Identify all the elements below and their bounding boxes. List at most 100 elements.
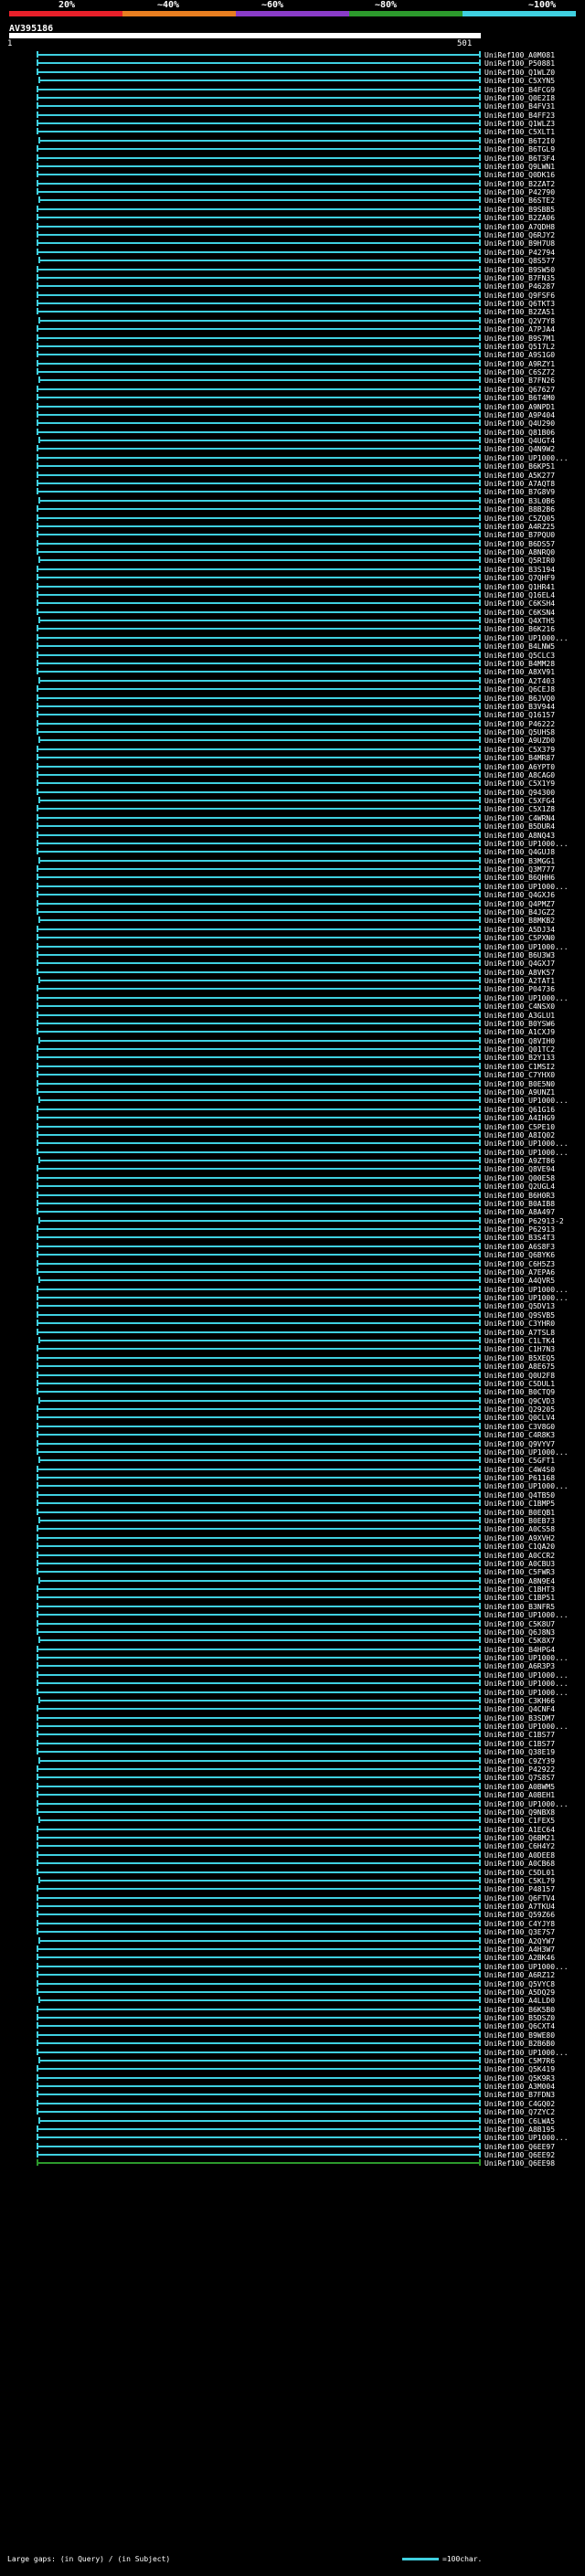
- hit-label[interactable]: UniRef100_P42922: [484, 1765, 555, 1774]
- hit-label[interactable]: UniRef100_A7AQT8: [484, 480, 555, 488]
- hit-bar[interactable]: [37, 2094, 481, 2096]
- hit-label[interactable]: UniRef100_A4H3W7: [484, 1945, 555, 1954]
- hit-bar[interactable]: [37, 1828, 481, 1830]
- hit-bar[interactable]: [37, 328, 481, 331]
- hit-bar[interactable]: [37, 842, 481, 844]
- hit-bar[interactable]: [37, 542, 481, 545]
- hit-label[interactable]: UniRef100_Q7S8S7: [484, 1774, 555, 1782]
- hit-label[interactable]: UniRef100_C7YHX0: [484, 1071, 555, 1079]
- hit-label[interactable]: UniRef100_A1EC64: [484, 1826, 555, 1834]
- hit-bar[interactable]: [37, 782, 481, 785]
- hit-bar[interactable]: [37, 1742, 481, 1744]
- hit-label[interactable]: UniRef100_A8A497: [484, 1208, 555, 1216]
- hit-label[interactable]: UniRef100_UP1000...: [484, 1963, 569, 1971]
- hit-label[interactable]: UniRef100_B7FN35: [484, 274, 555, 282]
- hit-bar[interactable]: [37, 705, 481, 707]
- hit-label[interactable]: UniRef100_B6KP51: [484, 462, 555, 471]
- hit-label[interactable]: UniRef100_A5K277: [484, 472, 555, 480]
- hit-label[interactable]: UniRef100_Q0U2F8: [484, 1372, 555, 1380]
- hit-label[interactable]: UniRef100_Q9SVB5: [484, 1311, 555, 1320]
- hit-bar[interactable]: [37, 1048, 481, 1051]
- hit-label[interactable]: UniRef100_A0DEE8: [484, 1851, 555, 1860]
- hit-label[interactable]: UniRef100_B4HPG4: [484, 1646, 555, 1654]
- hit-label[interactable]: UniRef100_A3GLU1: [484, 1012, 555, 1020]
- hit-label[interactable]: UniRef100_C4R8K3: [484, 1431, 555, 1439]
- hit-label[interactable]: UniRef100_B2ZAT2: [484, 180, 555, 188]
- hit-label[interactable]: UniRef100_A2T403: [484, 677, 555, 685]
- hit-label[interactable]: UniRef100_B6JVQ0: [484, 694, 555, 703]
- hit-bar[interactable]: [38, 1340, 481, 1341]
- hit-label[interactable]: UniRef100_Q4N9W2: [484, 445, 555, 453]
- hit-bar[interactable]: [37, 1245, 481, 1247]
- hit-label[interactable]: UniRef100_C5PE10: [484, 1123, 555, 1131]
- hit-bar[interactable]: [37, 1305, 481, 1308]
- hit-bar[interactable]: [37, 1673, 481, 1676]
- hit-bar[interactable]: [37, 1056, 481, 1059]
- hit-bar[interactable]: [37, 928, 481, 930]
- hit-label[interactable]: UniRef100_Q67627: [484, 386, 555, 394]
- hit-bar[interactable]: [38, 1699, 481, 1701]
- hit-bar[interactable]: [37, 773, 481, 776]
- hit-bar[interactable]: [37, 1373, 481, 1376]
- hit-label[interactable]: UniRef100_A9ZT86: [484, 1157, 555, 1165]
- hit-label[interactable]: UniRef100_Q4CNF4: [484, 1705, 555, 1713]
- hit-bar[interactable]: [37, 1785, 481, 1787]
- hit-label[interactable]: UniRef100_C1BMP5: [484, 1500, 555, 1508]
- hit-label[interactable]: UniRef100_C6H5Z3: [484, 1260, 555, 1268]
- hit-label[interactable]: UniRef100_A9UNZ1: [484, 1088, 555, 1097]
- hit-label[interactable]: UniRef100_C1MSI2: [484, 1063, 555, 1071]
- hit-label[interactable]: UniRef100_Q6FTV4: [484, 1894, 555, 1903]
- hit-label[interactable]: UniRef100_C5XYN5: [484, 77, 555, 85]
- hit-label[interactable]: UniRef100_B9H7U8: [484, 239, 555, 248]
- hit-label[interactable]: UniRef100_C5GFT1: [484, 1457, 555, 1465]
- hit-bar[interactable]: [37, 551, 481, 554]
- hit-label[interactable]: UniRef100_Q0DK16: [484, 171, 555, 179]
- hit-bar[interactable]: [38, 1879, 481, 1882]
- hit-bar[interactable]: [38, 919, 481, 922]
- hit-bar[interactable]: [37, 2025, 481, 2028]
- hit-label[interactable]: UniRef100_Q9NBX8: [484, 1808, 555, 1817]
- hit-label[interactable]: UniRef100_Q6EE97: [484, 2143, 555, 2151]
- hit-label[interactable]: UniRef100_B9WE80: [484, 2031, 555, 2040]
- hit-bar[interactable]: [38, 1279, 481, 1282]
- hit-label[interactable]: UniRef100_C5DUL1: [484, 1380, 555, 1388]
- hit-label[interactable]: UniRef100_C6LWA5: [484, 2117, 555, 2125]
- hit-label[interactable]: UniRef100_C5DL01: [484, 1869, 555, 1877]
- hit-bar[interactable]: [38, 1939, 481, 1942]
- hit-bar[interactable]: [37, 1733, 481, 1736]
- hit-bar[interactable]: [37, 2008, 481, 2010]
- hit-label[interactable]: UniRef100_A8VK57: [484, 969, 555, 977]
- hit-label[interactable]: UniRef100_UP1000...: [484, 1723, 569, 1731]
- hit-label[interactable]: UniRef100_Q00E58: [484, 1174, 555, 1182]
- hit-label[interactable]: UniRef100_Q3E7S7: [484, 1928, 555, 1936]
- hit-bar[interactable]: [37, 894, 481, 896]
- hit-bar[interactable]: [37, 1562, 481, 1564]
- hit-bar[interactable]: [37, 988, 481, 991]
- hit-bar[interactable]: [37, 302, 481, 305]
- hit-label[interactable]: UniRef100_B2ZA51: [484, 308, 555, 316]
- hit-label[interactable]: UniRef100_A9RZY1: [484, 360, 555, 368]
- hit-bar[interactable]: [37, 182, 481, 185]
- hit-label[interactable]: UniRef100_UP1000...: [484, 1482, 569, 1490]
- hit-bar[interactable]: [37, 610, 481, 613]
- hit-label[interactable]: UniRef100_B8MKB2: [484, 917, 555, 925]
- hit-bar[interactable]: [37, 1691, 481, 1693]
- hit-bar[interactable]: [37, 636, 481, 639]
- hit-label[interactable]: UniRef100_UP1000...: [484, 454, 569, 462]
- hit-bar[interactable]: [37, 1922, 481, 1924]
- hit-bar[interactable]: [37, 1013, 481, 1016]
- hit-bar[interactable]: [37, 2136, 481, 2139]
- hit-label[interactable]: UniRef100_C4GQ02: [484, 2100, 555, 2108]
- hit-bar[interactable]: [37, 387, 481, 390]
- hit-label[interactable]: UniRef100_A4RZ25: [484, 523, 555, 531]
- hit-label[interactable]: UniRef100_A8B195: [484, 2125, 555, 2134]
- hit-label[interactable]: UniRef100_UP1000...: [484, 994, 569, 1002]
- hit-label[interactable]: UniRef100_UP1000...: [484, 1097, 569, 1105]
- hit-label[interactable]: UniRef100_B9S7M1: [484, 334, 555, 343]
- hit-bar[interactable]: [37, 1416, 481, 1419]
- hit-label[interactable]: UniRef100_C5XLT1: [484, 128, 555, 136]
- hit-bar[interactable]: [37, 1168, 481, 1171]
- hit-bar[interactable]: [37, 1211, 481, 1214]
- hit-label[interactable]: UniRef100_C5KL79: [484, 1877, 555, 1885]
- hit-label[interactable]: UniRef100_B6T2I0: [484, 137, 555, 145]
